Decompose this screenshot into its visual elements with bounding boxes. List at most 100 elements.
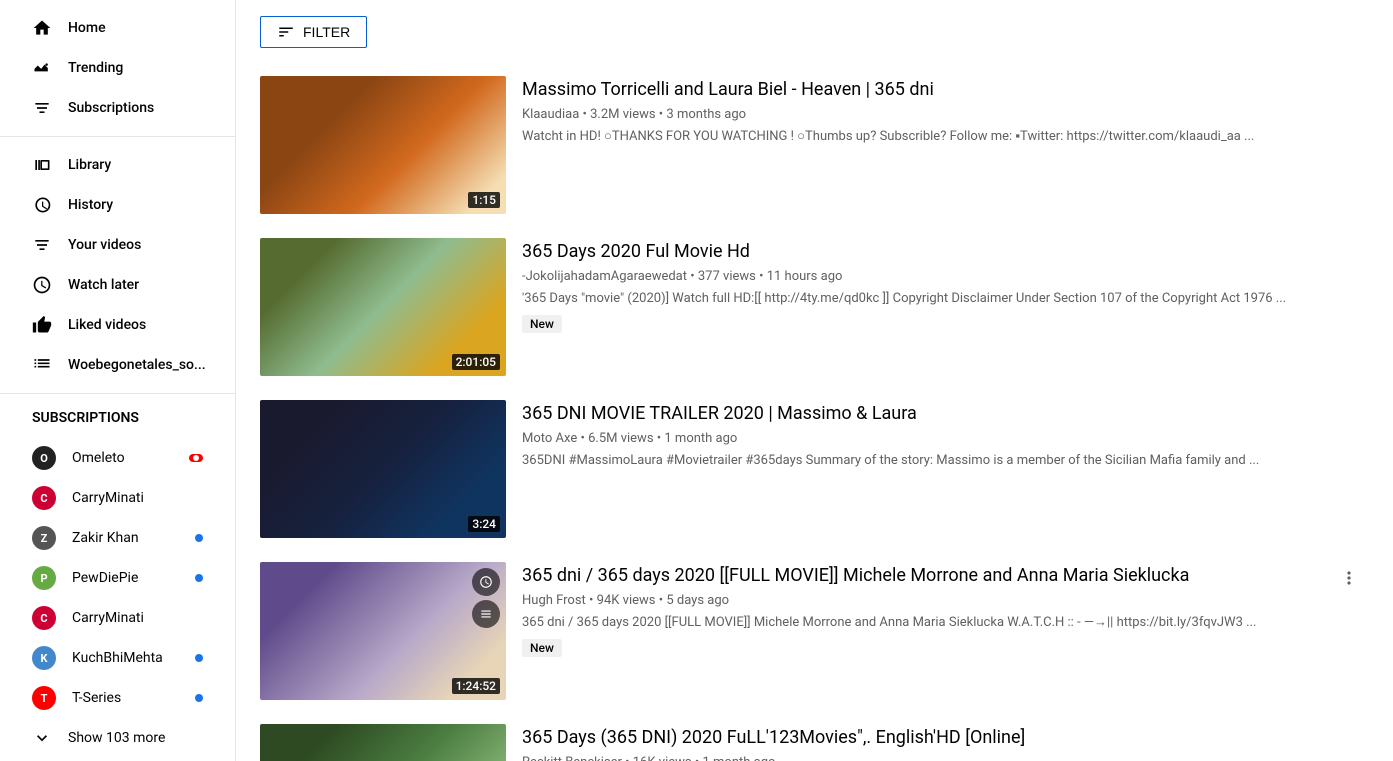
sidebar-item-zakirkhan[interactable]: Z Zakir Khan [8, 518, 227, 558]
sub-label-tseries: T-Series [72, 690, 179, 706]
sidebar-item-kuchbhimehta[interactable]: K KuchBhiMehta [8, 638, 227, 678]
history-icon [32, 195, 52, 215]
dot-tseries [195, 694, 203, 702]
sidebar-item-liked-videos[interactable]: Liked videos [8, 305, 227, 345]
video-title[interactable]: 365 Days (365 DNI) 2020 FuLL'123Movies",… [522, 726, 1369, 749]
video-title[interactable]: 365 DNI MOVIE TRAILER 2020 | Massimo & L… [522, 402, 1369, 425]
views-age: • 16K views • 1 month ago [625, 755, 775, 761]
sidebar-item-subscriptions[interactable]: Subscriptions [8, 88, 227, 128]
avatar-carryminati: C [32, 486, 56, 510]
sidebar-item-library[interactable]: Library [8, 145, 227, 185]
chevron-down-icon [32, 728, 52, 748]
sidebar-item-home-label: Home [68, 20, 106, 36]
video-info: 365 Days (365 DNI) 2020 FuLL'123Movies",… [522, 724, 1369, 761]
video-description: '365 Days "movie" (2020)] Watch full HD:… [522, 290, 1369, 308]
sub-label-zakirkhan: Zakir Khan [72, 530, 179, 546]
channel-name[interactable]: Reckitt Benckiser [522, 755, 622, 761]
video-description: 365DNI #MassimoLaura #Movietrailer #365d… [522, 452, 1369, 470]
sidebar-item-your-videos[interactable]: Your videos [8, 225, 227, 265]
dot-pewdiepie [195, 574, 203, 582]
dot-zakirkhan [195, 534, 203, 542]
avatar-zakirkhan: Z [32, 526, 56, 550]
home-icon [32, 18, 52, 38]
video-info: 365 Days 2020 Ful Movie Hd -Jokolijahada… [522, 238, 1369, 376]
video-title[interactable]: Massimo Torricelli and Laura Biel - Heav… [522, 78, 1369, 101]
video-title[interactable]: 365 Days 2020 Ful Movie Hd [522, 240, 1369, 263]
video-item: 3:24 365 DNI MOVIE TRAILER 2020 | Massim… [260, 388, 1369, 550]
sidebar-item-tseries[interactable]: T T-Series [8, 678, 227, 718]
sidebar-item-playlist[interactable]: Woebegonetales_so... [8, 345, 227, 385]
sidebar-item-watch-later[interactable]: Watch later [8, 265, 227, 305]
video-info: 365 DNI MOVIE TRAILER 2020 | Massimo & L… [522, 400, 1369, 538]
thumbnail [260, 724, 506, 761]
show-more-button[interactable]: Show 103 more [8, 718, 227, 758]
thumbnail-wrap[interactable]: 3:24 [260, 400, 506, 538]
queue-thumb-button[interactable] [472, 600, 500, 628]
filter-label: FILTER [303, 24, 350, 40]
sub-label-kuchbhimehta: KuchBhiMehta [72, 650, 179, 666]
sidebar-item-watch-later-label: Watch later [68, 277, 139, 293]
video-item: 1:24:52 365 dni / 365 days 2020 [[FULL M… [260, 550, 1369, 712]
thumbnail-wrap[interactable]: 1:24:52 [260, 562, 506, 700]
channel-name[interactable]: Hugh Frost [522, 593, 586, 608]
video-info: Massimo Torricelli and Laura Biel - Heav… [522, 76, 1369, 214]
channel-name[interactable]: Moto Axe [522, 431, 577, 446]
video-item: 365 Days (365 DNI) 2020 FuLL'123Movies",… [260, 712, 1369, 761]
avatar-tseries: T [32, 686, 56, 710]
video-duration: 1:15 [468, 192, 500, 208]
sub-label-pewdiepie: PewDiePie [72, 570, 179, 586]
thumbnail-wrap[interactable]: 2:01:05 [260, 238, 506, 376]
thumbnail-wrap[interactable] [260, 724, 506, 761]
sidebar-item-carryminati[interactable]: C CarryMinati [8, 478, 227, 518]
video-description: 365 dni / 365 days 2020 [[FULL MOVIE]] M… [522, 614, 1369, 632]
views-age: • 377 views • 11 hours ago [690, 269, 842, 284]
video-description: Watcht in HD! ○THANKS FOR YOU WATCHING !… [522, 128, 1369, 146]
trending-icon [32, 58, 52, 78]
library-icon [32, 155, 52, 175]
sub-label-omeleto: Omeleto [72, 450, 173, 466]
channel-name[interactable]: Klaaudiaa [522, 107, 579, 122]
live-badge-omeleto [189, 454, 203, 462]
video-duration: 3:24 [468, 516, 500, 532]
video-title[interactable]: 365 dni / 365 days 2020 [[FULL MOVIE]] M… [522, 564, 1369, 587]
filter-bar: FILTER [260, 16, 1369, 48]
subscriptions-section-title: SUBSCRIPTIONS [8, 402, 227, 434]
views-age: • 3.2M views • 3 months ago [583, 107, 747, 122]
thumbnail-wrap[interactable]: 1:15 [260, 76, 506, 214]
new-badge: New [522, 639, 562, 657]
your-videos-icon [32, 235, 52, 255]
avatar-kuchbhimehta: K [32, 646, 56, 670]
sidebar-item-carryminati2[interactable]: C CarryMinati [8, 598, 227, 638]
sidebar-item-library-label: Library [68, 157, 111, 173]
sidebar-item-history[interactable]: History [8, 185, 227, 225]
views-age: • 6.5M views • 1 month ago [580, 431, 737, 446]
more-options-button[interactable] [1333, 562, 1365, 594]
sidebar-item-liked-label: Liked videos [68, 317, 146, 333]
sub-label-carryminati2: CarryMinati [72, 610, 203, 626]
channel-name[interactable]: -JokolijahadamAgaraewedat [522, 269, 687, 284]
video-info: 365 dni / 365 days 2020 [[FULL MOVIE]] M… [522, 562, 1369, 700]
watch-later-thumb-button[interactable] [472, 568, 500, 596]
liked-icon [32, 315, 52, 335]
thumb-icons [472, 568, 500, 628]
sub-label-carryminati: CarryMinati [72, 490, 203, 506]
video-item: 2:01:05 365 Days 2020 Ful Movie Hd -Joko… [260, 226, 1369, 388]
sidebar-item-trending[interactable]: Trending [8, 48, 227, 88]
video-meta: Hugh Frost • 94K views • 5 days ago [522, 593, 1369, 608]
filter-button[interactable]: FILTER [260, 16, 367, 48]
sidebar-item-your-videos-label: Your videos [68, 237, 141, 253]
video-item: 1:15 Massimo Torricelli and Laura Biel -… [260, 64, 1369, 226]
new-badge: New [522, 315, 562, 333]
avatar-omeleto: O [32, 446, 56, 470]
divider-1 [0, 136, 235, 137]
views-age: • 94K views • 5 days ago [589, 593, 729, 608]
playlist-icon [32, 355, 52, 375]
video-meta: Reckitt Benckiser • 16K views • 1 month … [522, 755, 1369, 761]
video-meta: -JokolijahadamAgaraewedat • 377 views • … [522, 269, 1369, 284]
sidebar-item-home[interactable]: Home [8, 8, 227, 48]
sidebar-item-playlist-label: Woebegonetales_so... [68, 357, 206, 373]
sidebar-item-pewdiepie[interactable]: P PewDiePie [8, 558, 227, 598]
sidebar-item-subscriptions-label: Subscriptions [68, 100, 154, 116]
sidebar-item-omeleto[interactable]: O Omeleto [8, 438, 227, 478]
divider-2 [0, 393, 235, 394]
